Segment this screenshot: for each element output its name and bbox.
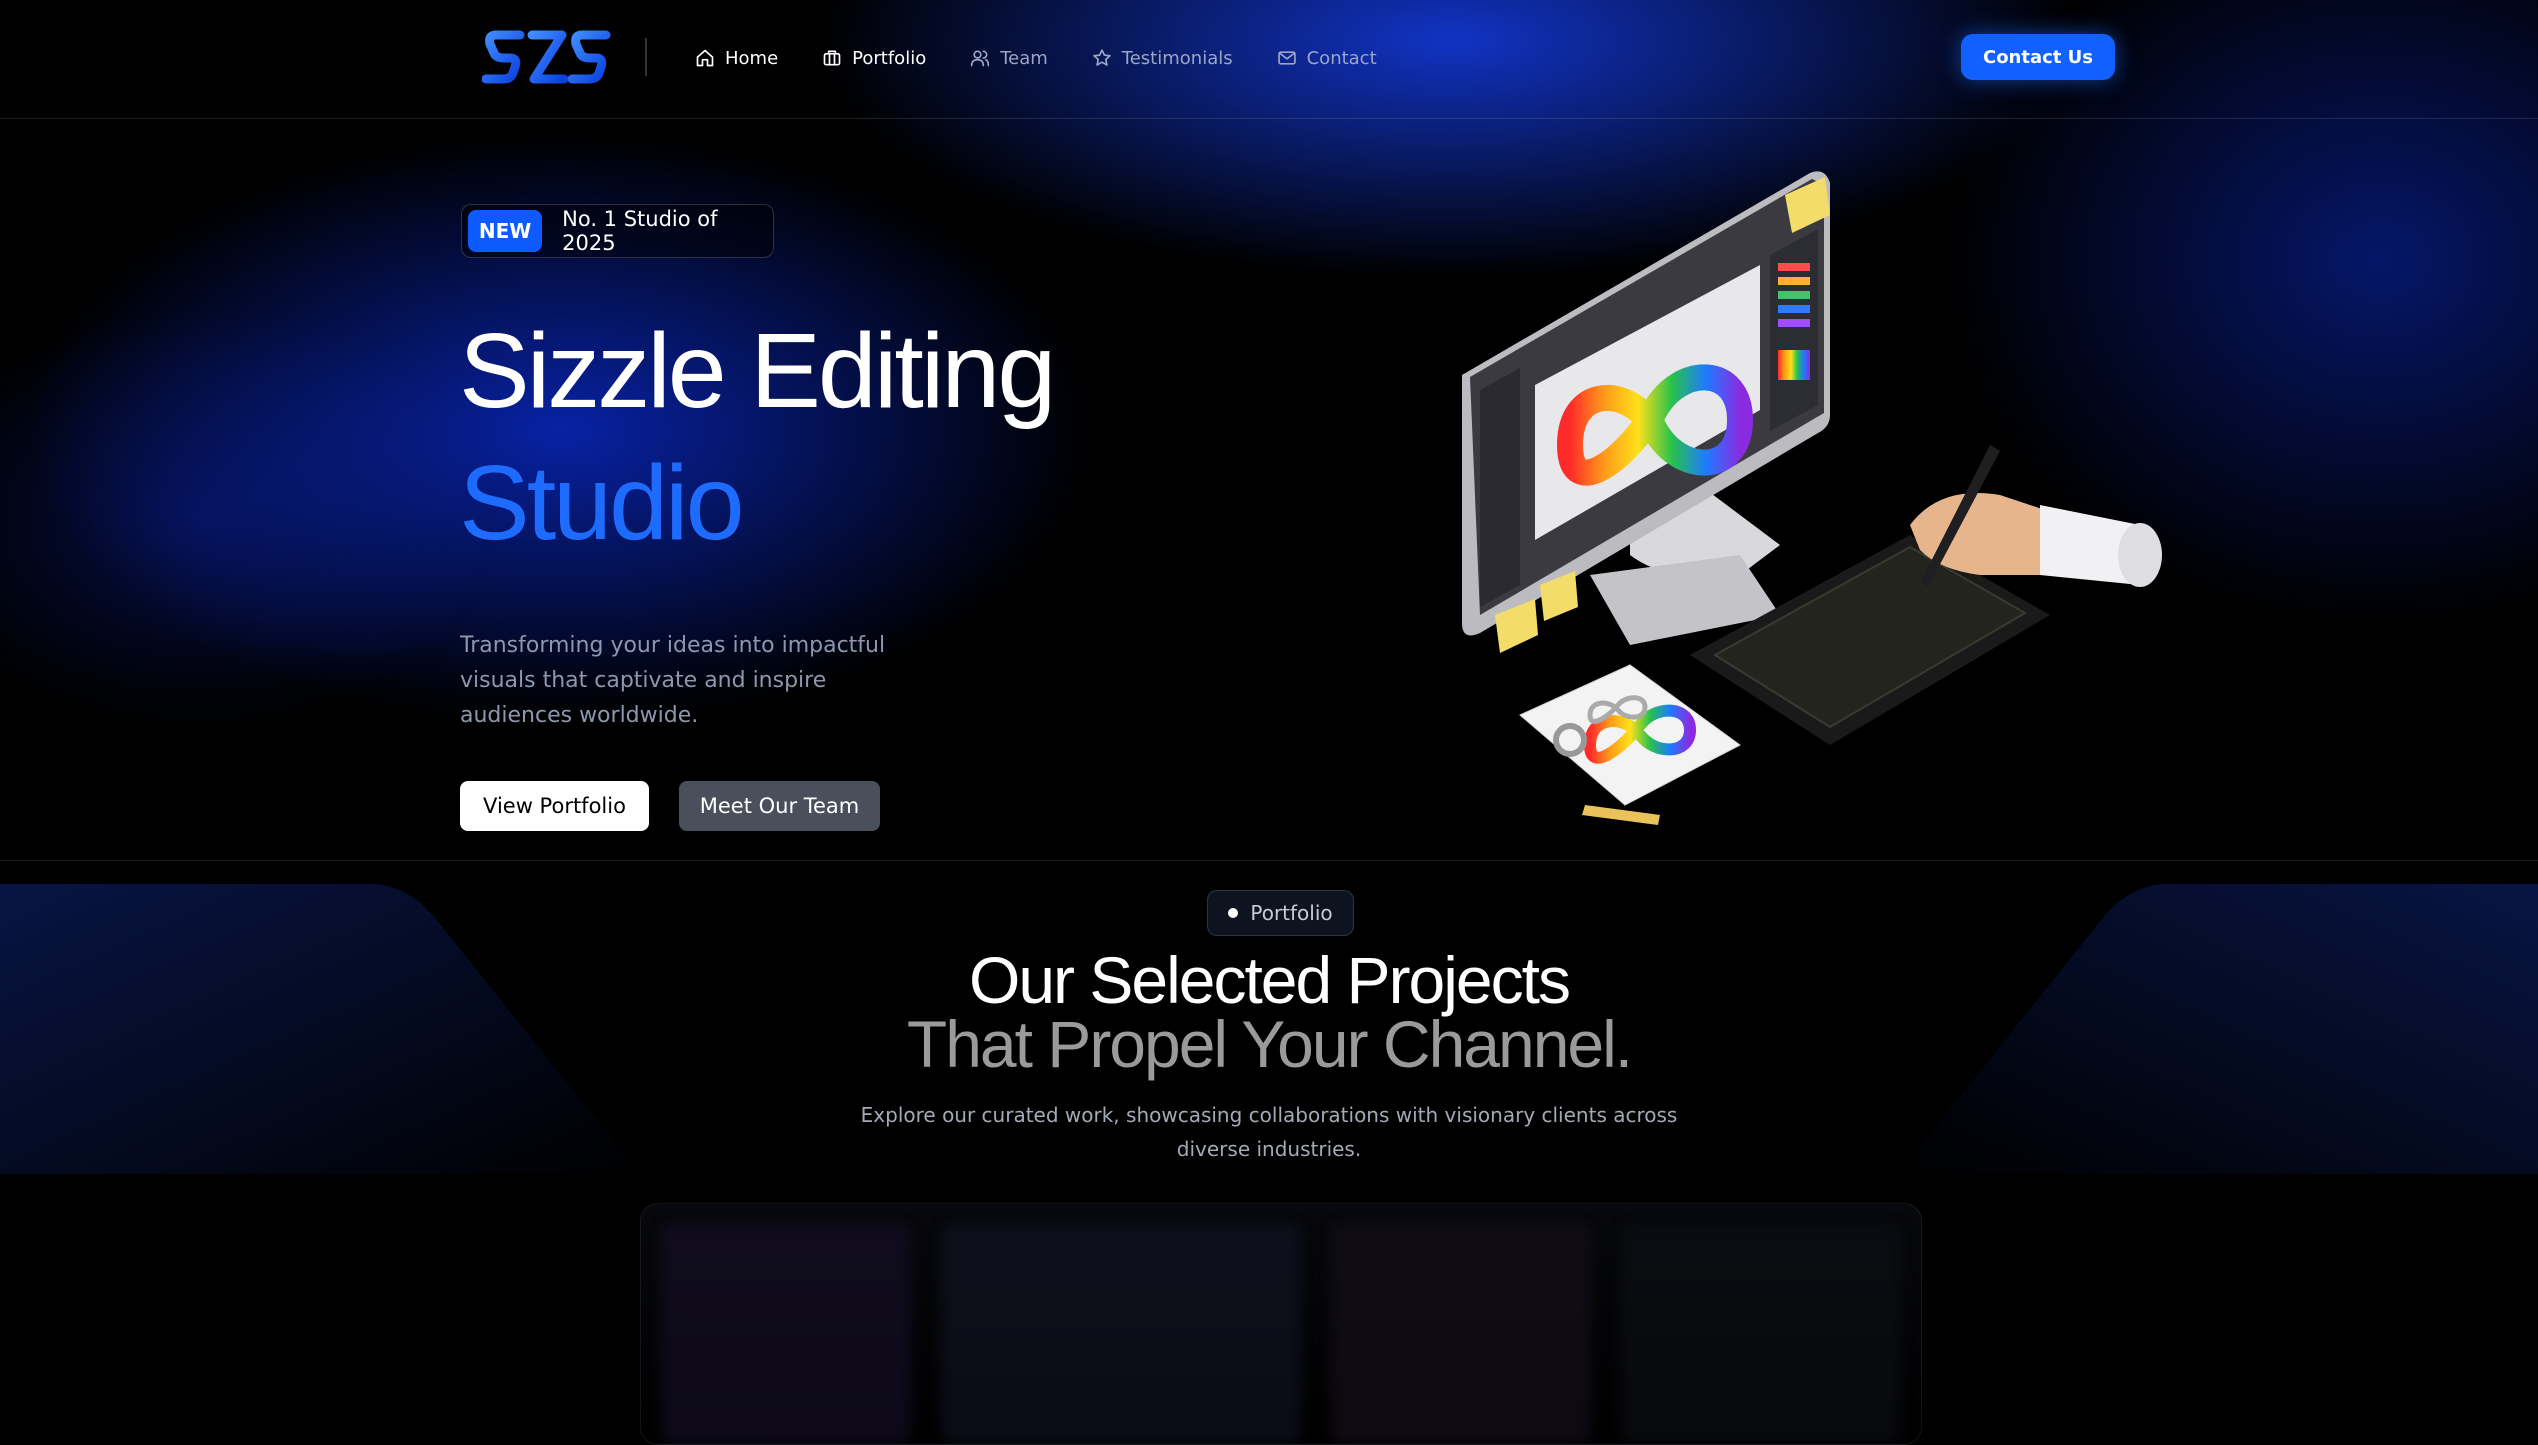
section-divider	[0, 860, 2538, 861]
hero-description: Transforming your ideas into impactful v…	[460, 633, 886, 728]
badge-text: No. 1 Studio of 2025	[562, 207, 718, 255]
new-badge: NEW	[468, 210, 543, 252]
project-thumbnail[interactable]	[941, 1224, 1301, 1444]
pill-label: Portfolio	[1250, 901, 1333, 925]
nav-item-team[interactable]: Team	[970, 48, 1048, 69]
szs-logo[interactable]	[482, 26, 612, 88]
star-icon	[1093, 49, 1111, 66]
section-subtitle: That Propel Your Channel.	[906, 1007, 1633, 1081]
portfolio-section-pill: Portfolio	[1207, 890, 1354, 936]
projects-carousel[interactable]	[640, 1203, 1922, 1445]
dot-icon	[1228, 908, 1239, 918]
nav-item-label: Contact	[1306, 47, 1377, 69]
meet-our-team-button[interactable]: Meet Our Team	[679, 781, 880, 831]
section-description: Explore our curated work, showcasing col…	[860, 1103, 1678, 1161]
briefcase-icon	[823, 50, 841, 66]
hero-title-accent: Studio	[459, 444, 745, 562]
nav-item-portfolio[interactable]: Portfolio	[822, 48, 926, 69]
nav-links: Home Portfolio Team Testimonials Contact	[695, 40, 1377, 76]
contact-us-button[interactable]: Contact Us	[1961, 34, 2115, 80]
hero-illustration	[1462, 171, 2162, 825]
mail-icon	[1277, 51, 1296, 65]
project-thumbnail[interactable]	[661, 1224, 911, 1444]
view-portfolio-button[interactable]: View Portfolio	[460, 781, 649, 831]
nav-divider	[645, 38, 647, 76]
hero-title: Sizzle Editing	[459, 312, 1056, 430]
nav-item-label: Testimonials	[1121, 47, 1233, 69]
nav-item-contact[interactable]: Contact	[1277, 48, 1377, 69]
project-thumbnail[interactable]	[1621, 1224, 1901, 1444]
nav-item-testimonials[interactable]: Testimonials	[1092, 48, 1233, 69]
nav-item-label: Team	[1000, 47, 1048, 69]
home-icon	[696, 49, 714, 67]
project-thumbnail[interactable]	[1331, 1224, 1591, 1444]
nav-item-home[interactable]: Home	[695, 48, 778, 69]
top-navigation: Home Portfolio Team Testimonials Contact…	[0, 0, 2538, 119]
nav-item-label: Home	[725, 47, 779, 69]
nav-item-label: Portfolio	[852, 47, 927, 69]
studio-badge: NEW No. 1 Studio of 2025	[461, 204, 774, 258]
section-title: Our Selected Projects	[969, 943, 1571, 1017]
users-icon	[971, 50, 990, 67]
